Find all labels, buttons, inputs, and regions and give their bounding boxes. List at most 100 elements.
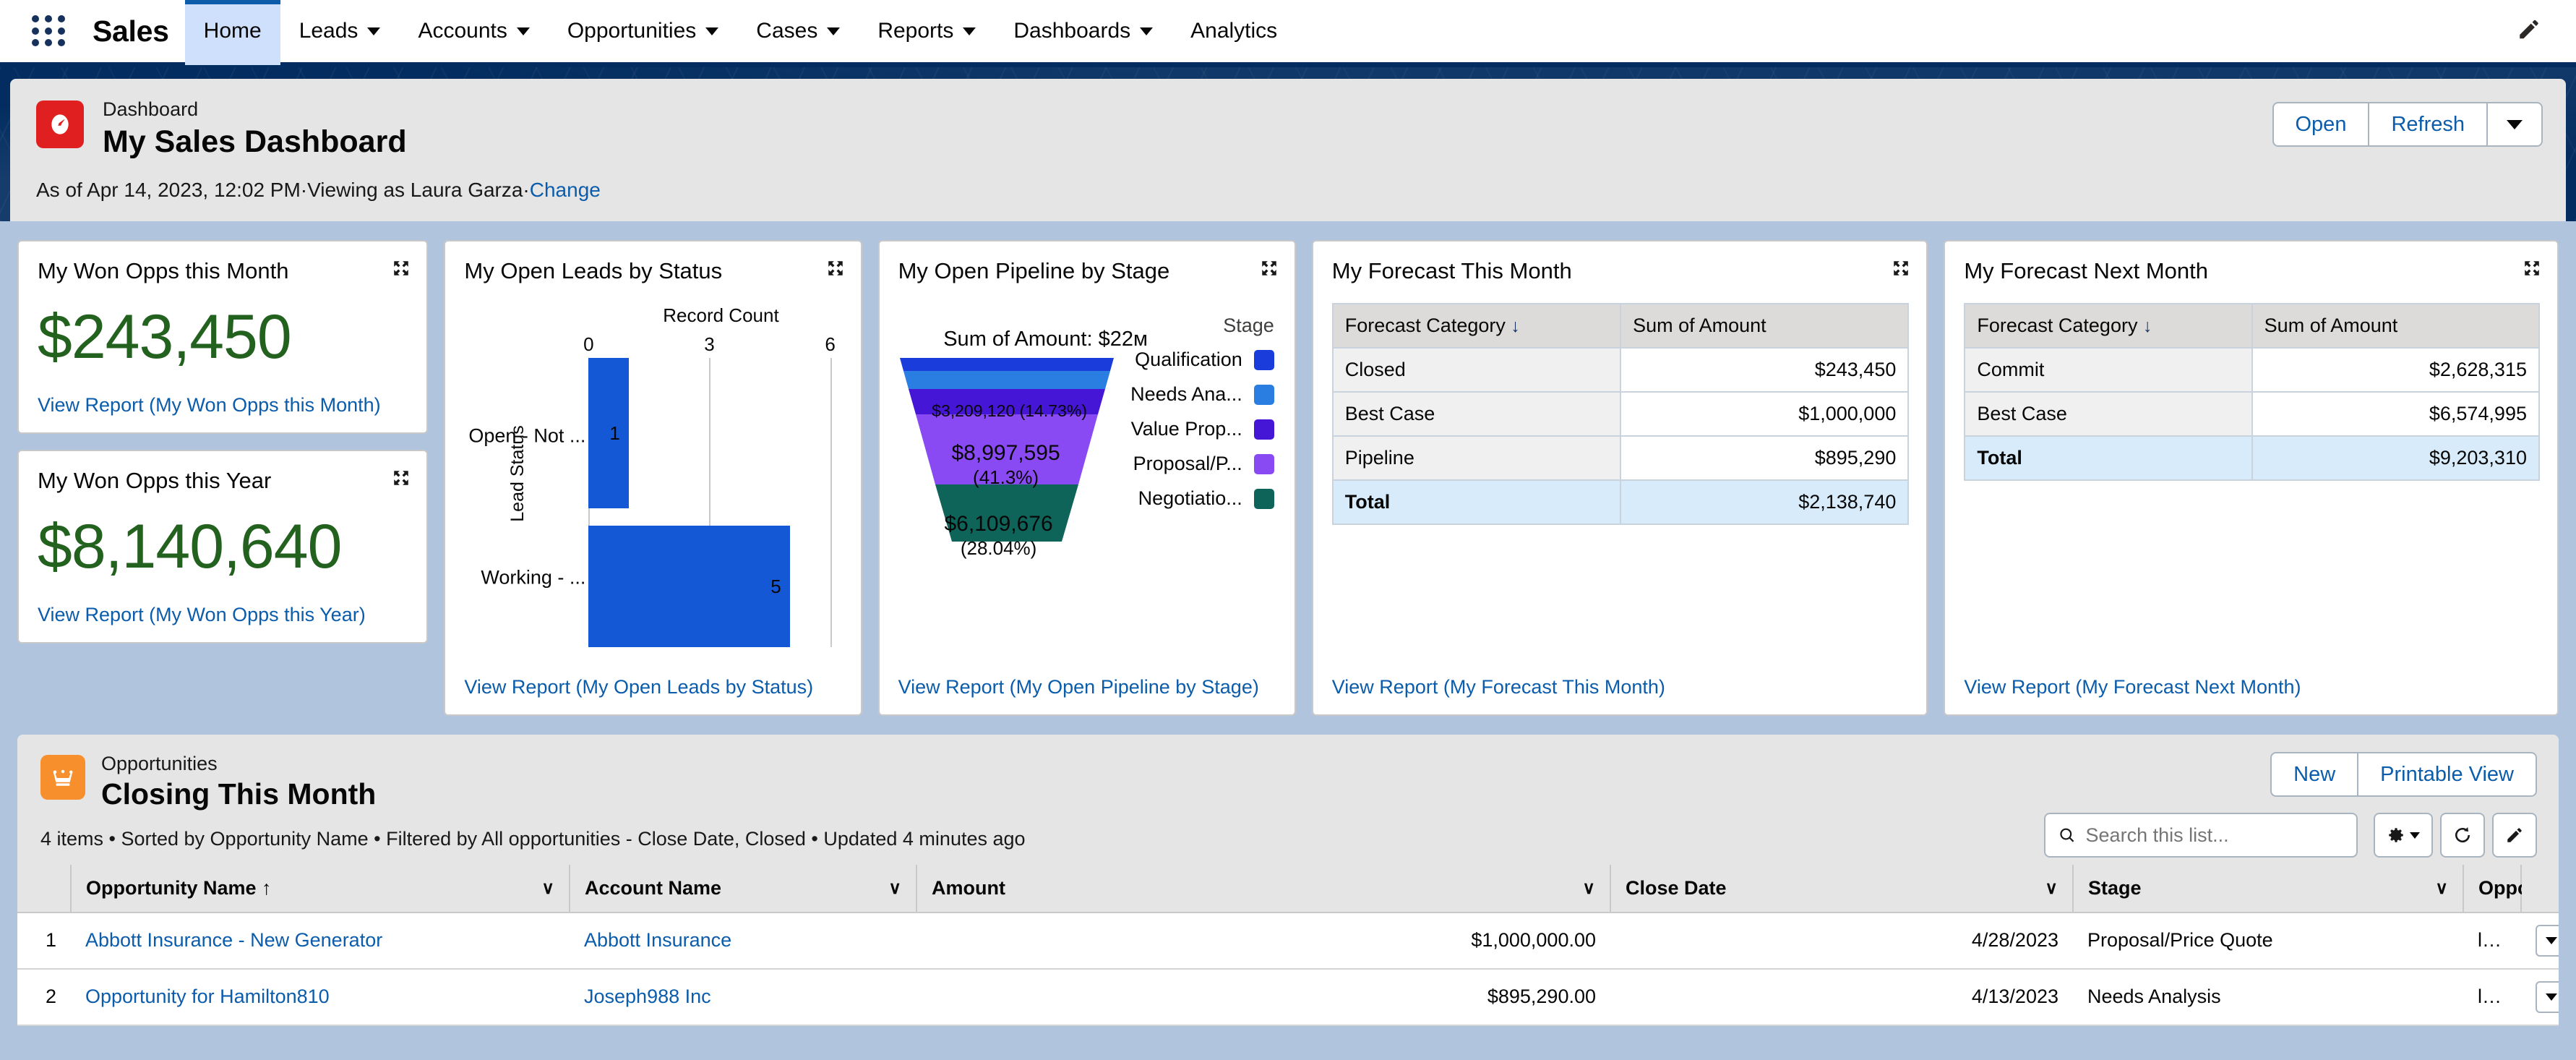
cell-category: Best Case: [1964, 391, 2253, 437]
change-viewing-user-link[interactable]: Change: [530, 179, 601, 201]
widget-column-5: My Forecast Next Month Forecast Category…: [1944, 240, 2559, 716]
nav-item-cases[interactable]: Cases: [737, 0, 859, 65]
chevron-down-icon: [516, 27, 530, 35]
column-header-stage[interactable]: Stage ∨: [2073, 864, 2464, 913]
search-icon: [2060, 828, 2074, 842]
refresh-button[interactable]: Refresh: [2369, 102, 2488, 147]
sort-descending-icon: ↓: [1511, 316, 1520, 337]
nav-item-label: Opportunities: [567, 19, 697, 43]
cell-total-label: Total: [1331, 479, 1622, 526]
nav-item-dashboards[interactable]: Dashboards: [995, 0, 1172, 65]
column-header-forecast-category[interactable]: Forecast Category ↓: [1964, 303, 2253, 349]
column-header-opportunity-name[interactable]: Opportunity Name ↑ ∨: [71, 864, 570, 913]
nav-item-leads[interactable]: Leads: [280, 0, 400, 65]
legend-item-negotiation[interactable]: Negotiatio...: [1115, 487, 1274, 510]
printable-view-button[interactable]: Printable View: [2358, 752, 2537, 797]
cell-total-label: Total: [1964, 435, 2253, 482]
account-name-link[interactable]: Joseph988 Inc: [584, 986, 711, 1007]
widget-column-1: My Won Opps this Month $243,450 View Rep…: [17, 240, 429, 716]
widget-title: My Won Opps this Year: [38, 468, 272, 493]
expand-icon[interactable]: [392, 469, 411, 491]
view-report-link[interactable]: View Report (My Won Opps this Month): [38, 394, 409, 416]
nav-item-reports[interactable]: Reports: [859, 0, 995, 65]
expand-icon[interactable]: [1260, 259, 1279, 281]
chevron-down-icon: [2507, 119, 2523, 129]
open-button[interactable]: Open: [2272, 102, 2370, 147]
nav-item-opportunities[interactable]: Opportunities: [549, 0, 737, 65]
column-label: Close Date: [1626, 876, 1727, 899]
dashboard-widgets-grid: My Won Opps this Month $243,450 View Rep…: [0, 221, 2576, 716]
category-label: Working - ...: [481, 566, 586, 589]
expand-icon[interactable]: [392, 259, 411, 281]
opportunity-name-link[interactable]: Abbott Insurance - New Generator: [85, 929, 382, 951]
bar-working-contacted[interactable]: 5: [588, 526, 790, 647]
cell-owner-alias: lgarz: [2463, 912, 2521, 970]
column-header-close-date[interactable]: Close Date ∨: [1610, 864, 2074, 913]
sort-descending-icon: ↓: [2142, 316, 2152, 337]
cell-account-name: Abbott Insurance: [570, 912, 916, 970]
view-report-link[interactable]: View Report (My Won Opps this Year): [38, 604, 409, 626]
search-input[interactable]: [2085, 824, 2343, 847]
view-report-link[interactable]: View Report (My Open Leads by Status): [464, 676, 843, 698]
nav-item-label: Accounts: [418, 19, 507, 43]
column-header-sum-of-amount[interactable]: Sum of Amount: [2251, 303, 2540, 349]
dashboard-more-actions-button[interactable]: [2488, 102, 2543, 147]
funnel-slice-qualification[interactable]: [899, 358, 1114, 372]
new-button[interactable]: New: [2270, 752, 2359, 797]
column-label: Forecast Category: [1344, 315, 1506, 337]
table-header-row: Forecast Category ↓ Sum of Amount: [1331, 303, 1910, 349]
edit-list-button[interactable]: [2492, 813, 2537, 858]
view-report-link[interactable]: View Report (My Open Pipeline by Stage): [898, 676, 1277, 698]
legend-item-value-proposition[interactable]: Value Prop...: [1115, 418, 1274, 440]
funnel-slice-needs-analysis[interactable]: [903, 371, 1110, 390]
chevron-down-icon: [1140, 27, 1154, 35]
gridline: [830, 358, 832, 647]
table-row: Best Case $1,000,000: [1331, 391, 1910, 437]
legend-item-proposal[interactable]: Proposal/P...: [1115, 453, 1274, 475]
view-report-link[interactable]: View Report (My Forecast This Month): [1332, 676, 1910, 698]
legend-label: Needs Ana...: [1130, 383, 1242, 406]
legend-title: Stage: [1223, 315, 1274, 337]
expand-icon[interactable]: [1892, 259, 1910, 281]
cell-category: Best Case: [1331, 391, 1622, 437]
legend-item-qualification[interactable]: Qualification: [1115, 349, 1274, 371]
row-actions-button[interactable]: [2536, 924, 2559, 957]
app-launcher-icon[interactable]: [27, 9, 71, 53]
row-actions-button[interactable]: [2536, 980, 2559, 1013]
opportunity-crown-icon: [40, 755, 85, 800]
funnel-label-proposal: $8,997,595 (41.3%): [909, 440, 1104, 488]
view-report-link[interactable]: View Report (My Forecast Next Month): [1964, 676, 2540, 698]
column-header-opportunity-owner-alias[interactable]: Opportunity Owner Alias∨: [2463, 864, 2559, 913]
opportunity-name-link[interactable]: Opportunity for Hamilton810: [85, 986, 330, 1007]
nav-item-home[interactable]: Home: [184, 0, 280, 65]
cell-amount: $2,628,315: [2251, 347, 2540, 393]
column-label: Opportunity Name ↑: [86, 876, 272, 899]
list-settings-button[interactable]: [2374, 813, 2433, 858]
expand-icon[interactable]: [826, 259, 845, 281]
nav-item-analytics[interactable]: Analytics: [1172, 0, 1296, 65]
column-label: Stage: [2088, 876, 2142, 899]
chevron-down-icon: ∨: [888, 878, 901, 898]
account-name-link[interactable]: Abbott Insurance: [584, 929, 731, 951]
x-tick-label: 3: [704, 333, 715, 356]
bar-chart: Record Count Lead Status 0 3 6 Open - No…: [464, 288, 843, 659]
table-header-row: Opportunity Name ↑ ∨ Account Name ∨ Amount…: [17, 864, 2559, 913]
legend-item-needs-analysis[interactable]: Needs Ana...: [1115, 383, 1274, 406]
refresh-list-button[interactable]: [2440, 813, 2485, 858]
column-header-forecast-category[interactable]: Forecast Category ↓: [1331, 303, 1622, 349]
search-box[interactable]: [2044, 813, 2358, 858]
legend-swatch: [1253, 419, 1274, 440]
column-header-row-actions: [2521, 864, 2559, 913]
table-total-row: Total $2,138,740: [1331, 479, 1910, 526]
nav-item-accounts[interactable]: Accounts: [399, 0, 548, 65]
chevron-down-icon: [963, 27, 976, 35]
column-header-account-name[interactable]: Account Name ∨: [570, 864, 917, 913]
column-header-sum-of-amount[interactable]: Sum of Amount: [1620, 303, 1910, 349]
expand-icon[interactable]: [2523, 259, 2541, 281]
column-header-amount[interactable]: Amount ∨: [916, 864, 1611, 913]
forecast-next-month-table: Forecast Category ↓ Sum of Amount Commit…: [1964, 303, 2540, 482]
x-axis-ticks: 0 3 6: [583, 333, 836, 356]
bar-open-not-contacted[interactable]: 1: [588, 358, 629, 509]
table-row: 1 Abbott Insurance - New Generator Abbot…: [17, 912, 2559, 970]
pencil-icon[interactable]: [2517, 17, 2541, 46]
